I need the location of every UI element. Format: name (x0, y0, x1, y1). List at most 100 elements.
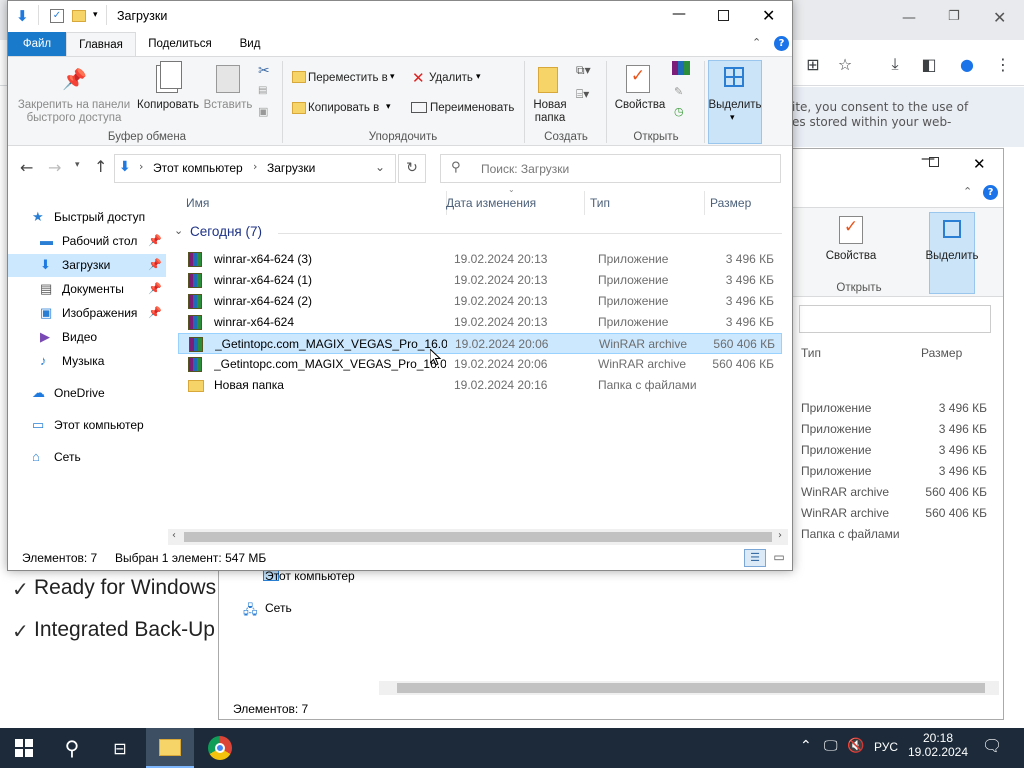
file-row[interactable]: winrar-x64-624 (3) 19.02.2024 20:13 Прилож… (178, 249, 782, 270)
rename-button[interactable]: Переименовать (430, 102, 514, 115)
start-button[interactable] (0, 728, 48, 768)
paste-button[interactable]: Вставить (202, 99, 254, 112)
open-icon[interactable] (672, 61, 690, 75)
nav-item[interactable]: ▭ Этот компьютер (8, 414, 166, 437)
download-icon[interactable]: ⤓ (882, 51, 908, 77)
nav-this-pc[interactable]: Этот компьютер (265, 569, 355, 583)
maximize-icon[interactable] (929, 157, 939, 167)
star-icon[interactable]: ☆ (832, 51, 858, 77)
column-name[interactable]: Имя (186, 196, 209, 210)
side-panel-icon[interactable]: ◧ (916, 51, 942, 77)
cut-icon[interactable]: ✂ (258, 63, 270, 79)
translate-icon[interactable]: ⊞ (800, 51, 826, 77)
language-indicator[interactable]: РУС (874, 740, 898, 754)
file-row[interactable]: WinRAR archive 560 406 КБ (801, 483, 1024, 504)
column-size[interactable]: Размер (710, 196, 751, 210)
edit-icon[interactable]: ✎ (674, 85, 683, 98)
recent-locations-icon[interactable]: ▾ (75, 160, 80, 170)
close-icon[interactable]: ✕ (762, 6, 775, 25)
collapse-ribbon-icon[interactable]: ⌃ (752, 36, 761, 49)
file-row[interactable]: Приложение 3 496 КБ (801, 441, 1024, 462)
search-icon[interactable]: ⚲ (48, 728, 96, 768)
nav-item[interactable]: ▣ Изображения 📌 (8, 302, 166, 325)
properties-button[interactable]: Свойства (819, 250, 883, 263)
file-row[interactable]: winrar-x64-624 (2) 19.02.2024 20:13 Прилож… (178, 291, 782, 312)
move-to-button[interactable]: Переместить в (308, 72, 388, 85)
file-row[interactable]: Новая папка 19.02.2024 20:16 Папка с файла… (178, 375, 782, 396)
column-date[interactable]: Дата изменения (446, 196, 536, 210)
file-row[interactable]: _Getintopc.com_MAGIX_VEGAS_Pro_16.0... 19… (178, 354, 782, 375)
nav-network[interactable]: Сеть (265, 601, 292, 615)
history-icon[interactable]: ◷ (674, 105, 684, 118)
file-explorer-taskbar-button[interactable] (146, 728, 194, 768)
minimize-icon[interactable]: — (902, 10, 916, 26)
tab-view[interactable]: Вид (228, 32, 272, 56)
paste-shortcut-icon[interactable]: ▣ (258, 105, 268, 118)
pin-icon[interactable]: 📌 (148, 302, 162, 325)
column-type[interactable]: Тип (590, 196, 610, 210)
breadcrumb-this-pc[interactable]: Этот компьютер (153, 161, 243, 175)
copy-to-button[interactable]: Копировать в (308, 102, 379, 115)
close-icon[interactable]: ✕ (993, 8, 1006, 27)
nav-item[interactable]: ♪ Музыка (8, 350, 166, 373)
details-view-icon[interactable]: ☰ (744, 549, 766, 567)
notifications-icon[interactable]: 🗨 (982, 736, 1002, 755)
column-size[interactable]: Размер (921, 346, 962, 360)
horizontal-scrollbar[interactable]: ‹ › (168, 529, 788, 545)
restore-icon[interactable]: ❐ (948, 9, 960, 24)
file-row[interactable]: Приложение 3 496 КБ (801, 420, 1024, 441)
nav-item[interactable]: ★ Быстрый доступ (8, 206, 166, 229)
task-view-icon[interactable]: ⊟ (96, 728, 144, 768)
horizontal-scrollbar[interactable] (379, 681, 999, 695)
new-folder-quick-icon[interactable] (72, 10, 86, 22)
file-row[interactable]: _Getintopc.com_MAGIX_VEGAS_Pro_16.0... 19… (178, 333, 782, 354)
file-row[interactable]: Приложение 3 496 КБ (801, 399, 1024, 420)
pin-icon[interactable]: 📌 (148, 254, 162, 277)
pin-icon[interactable]: 📌 (148, 230, 162, 253)
pin-icon[interactable]: 📌 (148, 278, 162, 301)
file-row[interactable]: Приложение 3 496 КБ (801, 462, 1024, 483)
nav-item[interactable]: ☁ OneDrive (8, 382, 166, 405)
nav-item[interactable]: ⌂ Сеть (8, 446, 166, 469)
easy-access-icon[interactable]: ⌸▾ (576, 87, 589, 102)
group-header[interactable]: ⌄ Сегодня (7) (174, 223, 782, 243)
file-row[interactable]: Папка с файлами (801, 525, 1024, 546)
nav-item[interactable]: ▤ Документы 📌 (8, 278, 166, 301)
tab-home[interactable]: Главная (66, 32, 136, 57)
quick-access-dropdown-icon[interactable]: ▾ (93, 10, 98, 20)
network-status-icon[interactable]: 🖵 (824, 738, 838, 754)
back-icon[interactable]: ← (20, 158, 33, 177)
tab-file[interactable]: Файл (8, 32, 66, 56)
clock[interactable]: 20:18 19.02.2024 (906, 731, 970, 765)
file-row[interactable]: winrar-x64-624 19.02.2024 20:13 Приложение… (178, 312, 782, 333)
nav-item[interactable]: ▬ Рабочий стол 📌 (8, 230, 166, 253)
new-item-icon[interactable]: ⧉▾ (576, 63, 591, 78)
file-row[interactable]: winrar-x64-624 (1) 19.02.2024 20:13 Прилож… (178, 270, 782, 291)
collapse-ribbon-icon[interactable]: ⌃ (963, 185, 972, 198)
search-box[interactable] (799, 305, 991, 333)
profile-icon[interactable]: ● (954, 51, 980, 77)
nav-item[interactable]: ▶ Видео (8, 326, 166, 349)
chevron-down-icon[interactable]: ⌄ (375, 160, 385, 174)
menu-icon[interactable]: ⋮ (990, 51, 1016, 77)
properties-quick-icon[interactable]: ✓ (50, 9, 64, 23)
minimize-icon[interactable]: — (672, 6, 686, 22)
column-type[interactable]: Тип (801, 346, 821, 360)
properties-button[interactable]: Свойства (608, 99, 672, 112)
scrollbar-thumb[interactable] (184, 532, 772, 542)
file-row[interactable]: WinRAR archive 560 406 КБ (801, 504, 1024, 525)
volume-muted-icon[interactable]: 🔇 (847, 738, 864, 754)
explorer-window[interactable]: ⬇ ✓ ▾ Загрузки — ✕ Файл Главная Поделить… (7, 0, 793, 571)
show-hidden-icons-icon[interactable]: ⌃ (800, 738, 812, 754)
copy-button[interactable]: Копировать (134, 99, 202, 112)
close-icon[interactable]: ✕ (973, 155, 986, 173)
delete-button[interactable]: Удалить (429, 72, 473, 85)
tab-share[interactable]: Поделиться (140, 32, 220, 56)
title-bar[interactable]: ⬇ ✓ ▾ Загрузки — ✕ (8, 1, 792, 32)
copy-path-icon[interactable]: ▤ (258, 85, 267, 96)
address-bar[interactable]: ⬇ › Этот компьютер › Загрузки ⌄ (114, 154, 396, 183)
pin-quick-access-button[interactable]: Закрепить на панели быстрого доступа (10, 99, 138, 125)
nav-item[interactable]: ⬇ Загрузки 📌 (8, 254, 166, 277)
search-input[interactable]: ⚲ Поиск: Загрузки (440, 154, 781, 183)
forward-icon[interactable]: → (48, 158, 61, 177)
